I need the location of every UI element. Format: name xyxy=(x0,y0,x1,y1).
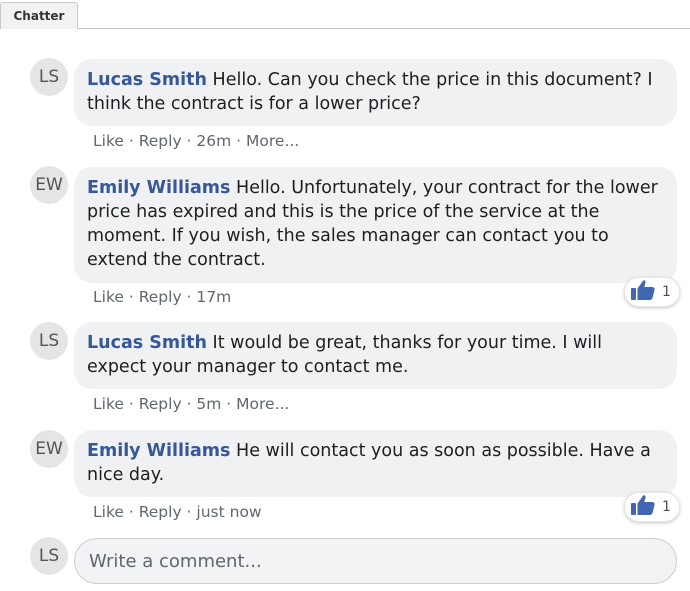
comment-bubble: Lucas Smith Hello. Can you check the pri… xyxy=(74,59,677,126)
tab-chatter[interactable]: Chatter xyxy=(0,2,78,29)
comment-actions: Like · Reply · 17m xyxy=(93,288,232,306)
comment-timestamp[interactable]: just now xyxy=(196,503,261,521)
comment-input[interactable] xyxy=(74,538,677,584)
comment-author[interactable]: Lucas Smith xyxy=(87,333,207,353)
like-link[interactable]: Like xyxy=(93,395,124,413)
reply-link[interactable]: Reply xyxy=(139,288,182,306)
comment-actions: Like · Reply · 5m · More... xyxy=(93,395,290,413)
reaction-count: 1 xyxy=(662,284,671,300)
comment-actions: Like · Reply · just now xyxy=(93,503,262,521)
comment-author[interactable]: Emily Williams xyxy=(87,178,230,198)
like-link[interactable]: Like xyxy=(93,288,124,306)
comment-timestamp[interactable]: 5m xyxy=(196,395,221,413)
tab-bar: Chatter xyxy=(0,0,690,29)
avatar[interactable]: LS xyxy=(30,537,68,575)
reply-link[interactable]: Reply xyxy=(139,395,182,413)
more-link[interactable]: More... xyxy=(236,395,289,413)
comment-actions: Like · Reply · 26m · More... xyxy=(93,132,300,150)
reaction-badge[interactable]: 1 xyxy=(624,277,680,307)
comment-author[interactable]: Lucas Smith xyxy=(87,70,207,90)
reply-link[interactable]: Reply xyxy=(139,132,182,150)
comment-bubble: Emily Williams Hello. Unfortunately, you… xyxy=(74,167,677,283)
like-link[interactable]: Like xyxy=(93,132,124,150)
reaction-count: 1 xyxy=(662,499,671,515)
comment-timestamp[interactable]: 17m xyxy=(196,288,231,306)
avatar[interactable]: EW xyxy=(30,166,68,204)
avatar[interactable]: EW xyxy=(30,430,68,468)
thumbs-up-icon xyxy=(630,279,656,305)
reaction-badge[interactable]: 1 xyxy=(624,492,680,522)
like-link[interactable]: Like xyxy=(93,503,124,521)
comment-bubble: Lucas Smith It would be great, thanks fo… xyxy=(74,322,677,389)
more-link[interactable]: More... xyxy=(246,132,299,150)
avatar[interactable]: LS xyxy=(30,322,68,360)
comment-bubble: Emily Williams He will contact you as so… xyxy=(74,430,677,497)
comment-timestamp[interactable]: 26m xyxy=(196,132,231,150)
avatar[interactable]: LS xyxy=(30,58,68,96)
comment-author[interactable]: Emily Williams xyxy=(87,441,230,461)
thumbs-up-icon xyxy=(630,494,656,520)
reply-link[interactable]: Reply xyxy=(139,503,182,521)
